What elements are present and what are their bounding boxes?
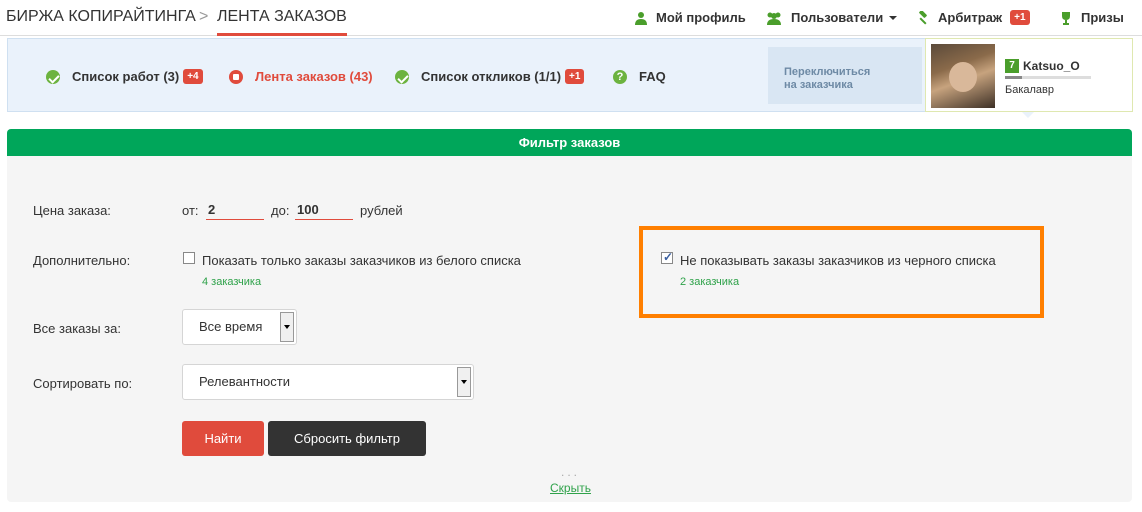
arbitrage-badge: +1 xyxy=(1010,10,1030,25)
switch-label-line2: на заказчика xyxy=(784,79,853,91)
current-page-tab[interactable]: ЛЕНТА ЗАКАЗОВ xyxy=(217,8,347,36)
subnav-responses-list[interactable]: Список откликов (1/1) +1 xyxy=(395,69,585,84)
from-label: от: xyxy=(182,203,199,218)
arbitrage-link[interactable]: Арбитраж +1 xyxy=(916,10,1030,25)
gavel-icon xyxy=(919,10,927,25)
subnav-orders-feed[interactable]: Лента заказов (43) xyxy=(229,69,373,84)
period-label: Все заказы за: xyxy=(33,321,121,336)
switch-to-customer-button[interactable]: Переключиться на заказчика xyxy=(768,47,922,104)
trophy-icon xyxy=(1062,11,1070,25)
avatar[interactable] xyxy=(931,44,995,108)
site-name-link[interactable]: БИРЖА КОПИРАЙТИНГА xyxy=(6,8,196,26)
subnav-works-label: Список работ (3) xyxy=(72,69,180,84)
whitelist-checkbox-label[interactable]: Показать только заказы заказчиков из бел… xyxy=(202,253,521,268)
users-label: Пользователи xyxy=(791,10,884,25)
breadcrumb-separator: > xyxy=(199,8,209,25)
switch-label-line1: Переключиться xyxy=(784,66,871,78)
arbitrage-label: Арбитраж xyxy=(938,10,1003,25)
users-menu[interactable]: Пользователи xyxy=(765,10,898,25)
responses-badge: +1 xyxy=(565,69,585,84)
filter-title: Фильтр заказов xyxy=(7,129,1132,156)
blacklist-checkbox[interactable] xyxy=(661,250,673,264)
highlight-frame xyxy=(639,226,1044,318)
blacklist-checkbox-label[interactable]: Не показывать заказы заказчиков из черно… xyxy=(680,253,996,268)
user-icon xyxy=(635,11,647,25)
blacklist-count-link[interactable]: 2 заказчика xyxy=(680,276,739,288)
reset-filter-button[interactable]: Сбросить фильтр xyxy=(268,421,426,456)
prizes-link[interactable]: Призы xyxy=(1059,10,1124,25)
user-rank: Бакалавр xyxy=(1005,84,1055,96)
to-label: до: xyxy=(271,203,290,218)
user-profile-card[interactable]: 7 Katsuo_O Бакалавр xyxy=(925,38,1133,112)
subnav-faq-label: FAQ xyxy=(639,69,666,84)
top-bar: БИРЖА КОПИРАЙТИНГА > ЛЕНТА ЗАКАЗОВ Мой п… xyxy=(0,0,1142,36)
my-profile-label: Мой профиль xyxy=(656,10,746,25)
subnav-responses-label: Список откликов (1/1) xyxy=(421,69,562,84)
whitelist-checkbox[interactable] xyxy=(183,252,195,264)
user-level-badge: 7 xyxy=(1005,59,1019,73)
document-icon xyxy=(229,69,243,84)
find-button[interactable]: Найти xyxy=(182,421,264,456)
price-to-input[interactable] xyxy=(295,200,353,220)
period-select-value: Все время xyxy=(199,319,263,334)
sort-label: Сортировать по: xyxy=(33,376,133,391)
whitelist-count-link[interactable]: 4 заказчика xyxy=(202,276,261,288)
chevron-down-icon xyxy=(889,15,898,20)
sub-navigation: Список работ (3) +4 Лента заказов (43) С… xyxy=(7,38,1133,112)
subnav-works-list[interactable]: Список работ (3) +4 xyxy=(46,69,203,84)
hide-filter-link[interactable]: Скрыть xyxy=(550,481,591,495)
check-circle-icon xyxy=(395,69,409,84)
question-icon: ? xyxy=(613,69,627,84)
users-icon xyxy=(767,12,781,25)
level-progress-bar xyxy=(1005,76,1091,79)
currency-label: рублей xyxy=(360,203,403,218)
price-from-input[interactable] xyxy=(206,200,264,220)
works-badge: +4 xyxy=(183,69,203,84)
sort-select[interactable]: Релевантности xyxy=(182,364,474,400)
dropdown-arrow-icon[interactable] xyxy=(457,367,471,397)
period-select[interactable]: Все время xyxy=(182,309,297,345)
username[interactable]: Katsuo_O xyxy=(1023,59,1080,73)
more-dots: ... xyxy=(561,465,581,479)
subnav-faq[interactable]: ? FAQ xyxy=(613,69,666,84)
sort-select-value: Релевантности xyxy=(199,374,290,389)
price-label: Цена заказа: xyxy=(33,203,111,218)
check-circle-icon xyxy=(46,69,60,84)
prizes-label: Призы xyxy=(1081,10,1124,25)
extra-options-label: Дополнительно: xyxy=(33,253,131,268)
subnav-orders-label: Лента заказов (43) xyxy=(255,69,373,84)
dropdown-arrow-icon[interactable] xyxy=(280,312,294,342)
profile-pointer xyxy=(1022,112,1034,118)
my-profile-link[interactable]: Мой профиль xyxy=(634,10,746,25)
